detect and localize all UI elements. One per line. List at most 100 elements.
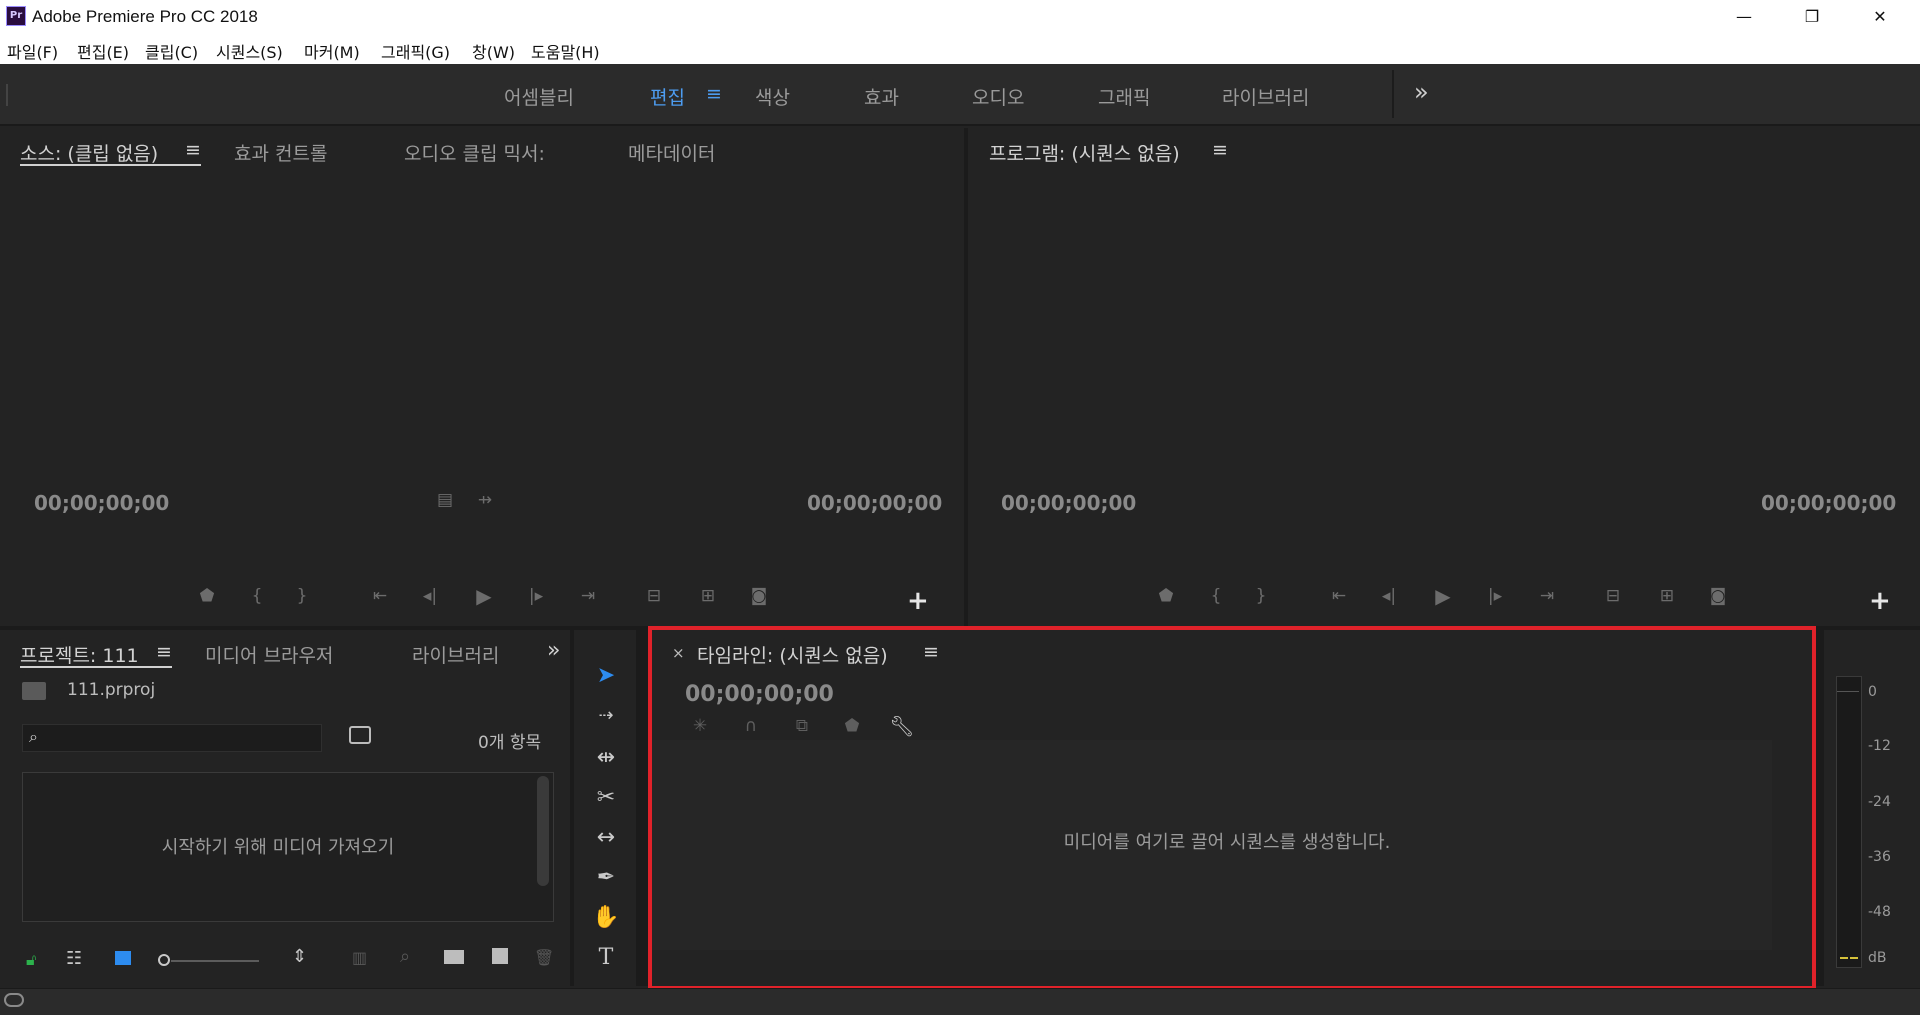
- project-panel-menu-icon[interactable]: ≡: [156, 641, 172, 663]
- go-to-in-icon[interactable]: ⇤: [365, 586, 395, 606]
- export-frame-icon[interactable]: ◙: [1703, 586, 1733, 606]
- go-to-out-icon[interactable]: ⇥: [573, 586, 603, 606]
- tab-effect-controls[interactable]: 효과 컨트롤: [234, 139, 327, 166]
- step-forward-icon[interactable]: |▸: [1480, 586, 1510, 606]
- program-playhead-timecode[interactable]: 00;00;00;00: [1001, 491, 1136, 515]
- window-title: Adobe Premiere Pro CC 2018: [32, 7, 258, 26]
- tab-program[interactable]: 프로그램: (시퀀스 없음): [989, 139, 1180, 166]
- menu-marker[interactable]: 마커(M): [304, 39, 360, 63]
- ripple-edit-tool-icon[interactable]: ⇹: [582, 740, 630, 776]
- panel-divider[interactable]: [570, 630, 574, 986]
- workspace-menu-icon[interactable]: ≡: [706, 83, 722, 105]
- linked-selection-icon[interactable]: ⧉: [787, 716, 817, 736]
- workspace-tab-graphics[interactable]: 그래픽: [1098, 83, 1150, 110]
- workspace-tab-effects[interactable]: 효과: [864, 83, 899, 110]
- slip-tool-icon[interactable]: ↔: [582, 820, 630, 856]
- workspace-tab-assembly[interactable]: 어셈블리: [504, 83, 574, 110]
- drag-video-only-icon[interactable]: ▤: [430, 490, 460, 510]
- wrench-icon[interactable]: 🔧︎: [887, 714, 917, 738]
- menu-window[interactable]: 창(W): [472, 39, 515, 63]
- snap-icon[interactable]: ∩: [736, 716, 766, 736]
- export-frame-icon[interactable]: ◙: [744, 586, 774, 606]
- workspace-tab-color[interactable]: 색상: [755, 83, 790, 110]
- minimize-button[interactable]: —: [1716, 0, 1772, 34]
- timeline-panel-menu-icon[interactable]: ≡: [923, 641, 939, 663]
- add-marker-icon[interactable]: ⬟: [192, 586, 222, 606]
- menu-clip[interactable]: 클립(C): [145, 39, 198, 63]
- add-marker-icon[interactable]: ⬟: [837, 716, 867, 736]
- mark-out-icon[interactable]: }: [287, 586, 317, 606]
- project-bin-area[interactable]: 시작하기 위해 미디어 가져오기: [22, 772, 554, 922]
- timeline-drop-area[interactable]: 미디어를 여기로 끌어 시퀀스를 생성합니다.: [652, 740, 1772, 950]
- creative-cloud-icon[interactable]: [4, 993, 24, 1007]
- find-icon[interactable]: [349, 726, 371, 744]
- razor-tool-icon[interactable]: ✂: [582, 780, 630, 816]
- workspace-tab-audio[interactable]: 오디오: [972, 83, 1024, 110]
- source-playhead-timecode[interactable]: 00;00;00;00: [34, 491, 169, 515]
- icon-view-icon[interactable]: [115, 951, 131, 965]
- automate-to-sequence-icon[interactable]: ▥: [352, 948, 367, 967]
- clip-indicator[interactable]: [1837, 681, 1859, 692]
- trash-icon[interactable]: 🗑︎: [534, 948, 554, 967]
- insert-icon[interactable]: ⊟: [639, 586, 669, 606]
- pen-tool-icon[interactable]: ✒: [582, 860, 630, 896]
- track-select-tool-icon[interactable]: ⇢: [582, 698, 630, 734]
- lift-icon[interactable]: ⊟: [1598, 586, 1628, 606]
- menu-sequence[interactable]: 시퀀스(S): [216, 39, 283, 63]
- tab-media-browser[interactable]: 미디어 브라우저: [205, 641, 333, 668]
- lock-icon[interactable]: 🔓︎: [26, 950, 36, 970]
- menu-file[interactable]: 파일(F): [7, 39, 58, 63]
- restore-button[interactable]: ❐: [1784, 0, 1840, 34]
- sort-icon[interactable]: ⇕: [292, 946, 307, 967]
- drag-audio-only-icon[interactable]: ⇸: [470, 490, 500, 510]
- mark-out-icon[interactable]: }: [1246, 586, 1276, 606]
- title-bar: Pr Adobe Premiere Pro CC 2018 — ❐ ✕: [0, 0, 1920, 34]
- mark-in-icon[interactable]: {: [242, 586, 272, 606]
- new-bin-icon[interactable]: [444, 950, 464, 964]
- timeline-timecode[interactable]: 00;00;00;00: [685, 682, 834, 707]
- tab-metadata[interactable]: 메타데이터: [628, 139, 715, 166]
- tab-libraries[interactable]: 라이브러리: [412, 641, 499, 668]
- panel-divider[interactable]: [1816, 630, 1824, 986]
- nest-icon[interactable]: ✳: [685, 716, 715, 736]
- search-input[interactable]: ⌕: [22, 724, 322, 752]
- tab-project[interactable]: 프로젝트: 111: [20, 641, 139, 668]
- mark-in-icon[interactable]: {: [1201, 586, 1231, 606]
- source-panel-menu-icon[interactable]: ≡: [185, 139, 201, 161]
- step-back-icon[interactable]: ◂|: [1374, 586, 1404, 606]
- step-back-icon[interactable]: ◂|: [415, 586, 445, 606]
- panel-divider[interactable]: [636, 630, 648, 986]
- zoom-slider-track[interactable]: [171, 960, 259, 962]
- go-to-in-icon[interactable]: ⇤: [1324, 586, 1354, 606]
- tab-audio-clip-mixer[interactable]: 오디오 클립 믹서:: [404, 139, 545, 166]
- button-editor-add-button[interactable]: +: [907, 586, 929, 616]
- new-item-icon[interactable]: [492, 948, 508, 964]
- panel-overflow-icon[interactable]: »: [547, 638, 560, 663]
- play-icon[interactable]: ▶: [469, 584, 499, 608]
- hand-tool-icon[interactable]: ✋: [582, 900, 630, 936]
- workspace-tab-libraries[interactable]: 라이브러리: [1222, 83, 1309, 110]
- workspace-overflow-icon[interactable]: »: [1414, 78, 1429, 106]
- overwrite-icon[interactable]: ⊞: [693, 586, 723, 606]
- zoom-slider-handle[interactable]: [158, 954, 170, 966]
- menu-graphics[interactable]: 그래픽(G): [381, 39, 450, 63]
- extract-icon[interactable]: ⊞: [1652, 586, 1682, 606]
- tab-source[interactable]: 소스: (클립 없음): [20, 139, 158, 166]
- find-icon[interactable]: ⌕: [400, 946, 410, 967]
- close-tab-icon[interactable]: ×: [672, 644, 685, 662]
- add-marker-icon[interactable]: ⬟: [1151, 586, 1181, 606]
- close-button[interactable]: ✕: [1852, 0, 1908, 34]
- step-forward-icon[interactable]: |▸: [521, 586, 551, 606]
- selection-tool-icon[interactable]: ➤: [582, 658, 630, 694]
- program-panel-menu-icon[interactable]: ≡: [1212, 139, 1228, 161]
- type-tool-icon[interactable]: T: [582, 940, 630, 976]
- menu-help[interactable]: 도움말(H): [531, 39, 600, 63]
- list-view-icon[interactable]: ☷: [66, 948, 82, 969]
- workspace-tab-editing[interactable]: 편집: [650, 83, 685, 110]
- play-icon[interactable]: ▶: [1428, 584, 1458, 608]
- go-to-out-icon[interactable]: ⇥: [1532, 586, 1562, 606]
- tab-timeline[interactable]: 타임라인: (시퀀스 없음): [697, 641, 888, 668]
- menu-edit[interactable]: 편집(E): [77, 39, 129, 63]
- button-editor-add-button[interactable]: +: [1869, 586, 1891, 616]
- vertical-scrollbar[interactable]: [537, 776, 549, 886]
